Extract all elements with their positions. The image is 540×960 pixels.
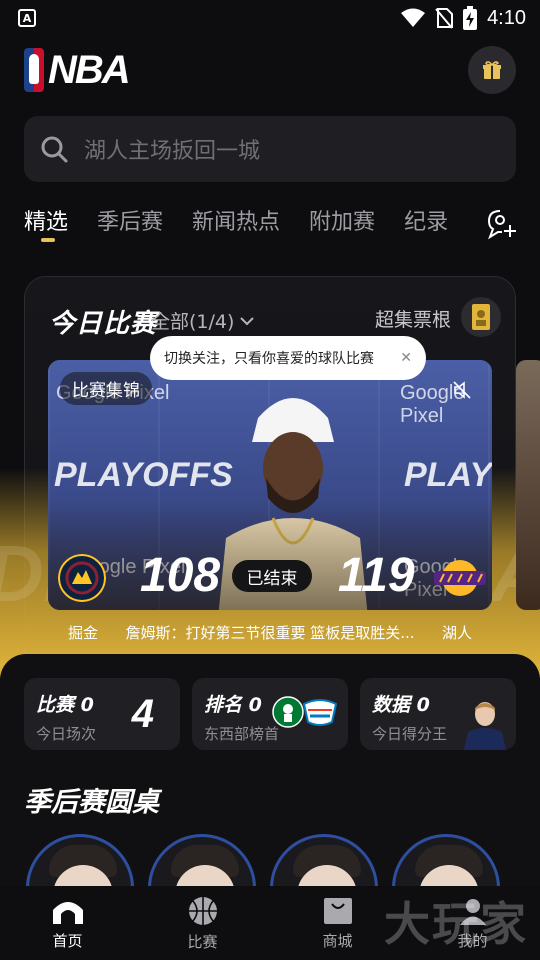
stat-card-rankings[interactable]: 排名 0 东西部榜首	[192, 678, 348, 750]
nav-home[interactable]: 首页	[0, 886, 135, 960]
status-icons: 4:10	[401, 6, 526, 30]
away-score: 119	[338, 549, 415, 602]
mute-icon[interactable]	[452, 380, 472, 400]
away-team-name: 湖人	[441, 623, 472, 642]
celtics-logo	[272, 696, 304, 728]
nuggets-logo	[58, 554, 106, 602]
clock: 4:10	[487, 6, 526, 29]
stats-cards: 比赛 0 今日场次 4 排名 0 东西部榜首 数据 0 今日得分王	[24, 678, 516, 750]
site-watermark: 大玩家	[384, 897, 528, 951]
nav-store-label: 商城	[322, 931, 353, 950]
game-caption-row: 掘金 詹姆斯：打好第三节很重要 篮板是取胜关... 湖人	[48, 620, 492, 644]
tab-featured[interactable]: 精选	[24, 204, 68, 250]
host-avatar-3[interactable]	[270, 834, 378, 894]
nba-home-screen: A 4:10 NBA 湖人主场扳回一城 精选 季后赛 新闻热点 附加赛 纪录 今…	[0, 0, 540, 960]
nav-home-label: 首页	[52, 931, 83, 950]
shopping-bag-icon	[323, 897, 352, 924]
battery-charging-icon	[463, 6, 478, 30]
ticket-stubs-link[interactable]: 超集票根	[375, 305, 451, 332]
lakers-logo	[434, 560, 486, 596]
host-avatar-4[interactable]	[392, 834, 500, 894]
no-sim-icon	[435, 8, 454, 29]
ticket-badge[interactable]	[461, 297, 501, 337]
basketball-icon	[188, 896, 217, 925]
tab-manage-area	[460, 198, 540, 250]
follow-tip-text: 切换关注，只看你喜爱的球队比赛	[164, 351, 374, 367]
follow-team-icon[interactable]	[484, 207, 518, 241]
nba-logo-text: NBA	[48, 47, 131, 92]
stat-card-games[interactable]: 比赛 0 今日场次 4	[24, 678, 180, 750]
nba-logo: NBA	[24, 47, 131, 93]
chevron-down-icon	[240, 316, 255, 325]
highlight-tag: 比赛集锦	[60, 372, 152, 405]
game-scoreline[interactable]: 108 已结束 119	[56, 548, 496, 608]
search-bar[interactable]: 湖人主场扳回一城	[24, 116, 516, 182]
ticket-icon	[472, 304, 490, 330]
app-header: NBA	[24, 44, 516, 96]
tab-news[interactable]: 新闻热点	[192, 204, 280, 250]
roundtable-hosts	[24, 834, 540, 894]
playoffs-watermark-right: PLAYOFFS	[404, 456, 492, 494]
tab-play-in[interactable]: 附加赛	[309, 204, 375, 250]
games-filter-dropdown[interactable]: 全部(1/4)	[151, 307, 256, 334]
home-team-name: 掘金	[68, 623, 99, 642]
game-status-badge: 已结束	[232, 560, 312, 592]
host-avatar-2[interactable]	[148, 834, 256, 894]
next-card-peek[interactable]	[516, 360, 540, 610]
status-bar: A 4:10	[0, 0, 540, 36]
games-filter-label: 全部(1/4)	[151, 311, 235, 333]
home-icon	[52, 901, 83, 924]
nav-games-label: 比赛	[187, 932, 218, 951]
stat-games-value: 4	[131, 692, 154, 736]
wifi-icon	[401, 8, 426, 27]
nba-logo-mark	[24, 48, 44, 92]
sponsor-watermark-2: Google Pixel	[400, 382, 465, 427]
host-avatar-1[interactable]	[26, 834, 134, 894]
today-games-title: 今日比赛	[49, 309, 158, 339]
stat-card-scoring[interactable]: 数据 0 今日得分王	[360, 678, 516, 750]
follow-tip-tooltip: 切换关注，只看你喜爱的球队比赛 ✕	[150, 336, 426, 380]
close-icon[interactable]: ✕	[400, 350, 412, 366]
top-scorer-photo	[464, 702, 506, 750]
gift-button[interactable]	[468, 46, 516, 94]
home-score: 108	[140, 549, 221, 602]
tab-playoffs[interactable]: 季后赛	[97, 204, 163, 250]
search-placeholder: 湖人主场扳回一城	[84, 139, 261, 164]
game-headline[interactable]: 詹姆斯：打好第三节很重要 篮板是取胜关...	[118, 622, 422, 643]
thunder-logo	[302, 699, 338, 726]
nav-games[interactable]: 比赛	[135, 886, 270, 960]
app-notification-icon: A	[18, 9, 36, 27]
playoffs-watermark-left: PLAYOFFS	[54, 456, 233, 494]
roundtable-title: 季后赛圆桌	[24, 787, 159, 818]
tab-records[interactable]: 纪录	[404, 204, 448, 250]
search-icon	[41, 136, 68, 163]
gift-icon	[483, 61, 501, 79]
